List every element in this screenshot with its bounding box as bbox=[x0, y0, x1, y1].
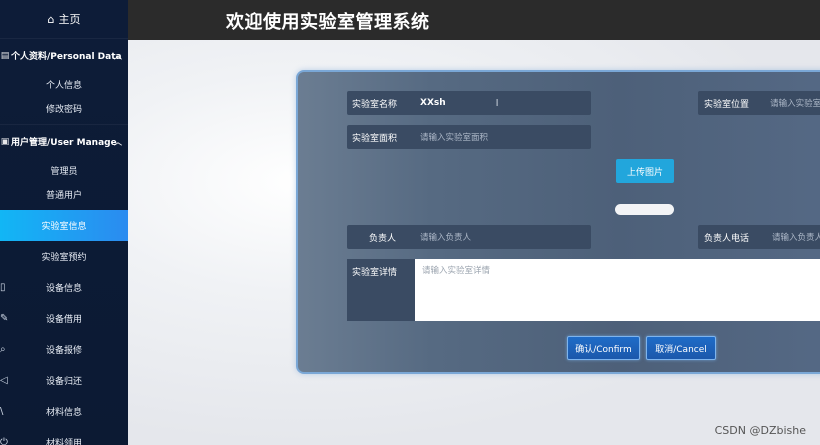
lab-detail-label: 实验室详情 bbox=[347, 259, 415, 321]
user-manage-icon: ▣ bbox=[0, 136, 10, 147]
power-icon: ⏻ bbox=[0, 436, 8, 445]
sidebar-item-material-use[interactable]: ⏻ 材料领用 bbox=[0, 427, 128, 445]
sidebar-item-label: 实验室信息 bbox=[41, 222, 87, 232]
lab-form-panel bbox=[296, 70, 820, 374]
lab-name-label: 实验室名称 bbox=[352, 99, 398, 110]
sidebar-group-label: 用户管理/User Manage bbox=[11, 138, 117, 148]
sidebar-item-label: 材料信息 bbox=[45, 408, 82, 418]
image-preview bbox=[615, 204, 674, 215]
confirm-button[interactable]: 确认/Confirm bbox=[567, 336, 640, 360]
sidebar-item-device-repair[interactable]: ⌕ 设备报修 bbox=[0, 334, 128, 365]
repair-icon: ⌕ bbox=[0, 343, 6, 355]
home-icon: ⌂ bbox=[47, 12, 55, 26]
sidebar-home[interactable]: ⌂ 主页 bbox=[0, 0, 128, 38]
sidebar-item-lab-info[interactable]: 实验室信息 bbox=[0, 210, 128, 241]
sidebar-item-label: 实验室预约 bbox=[41, 253, 87, 263]
sidebar-item-change-password[interactable]: 修改密码 bbox=[0, 96, 128, 120]
sidebar-item-label: 修改密码 bbox=[45, 104, 82, 115]
lab-detail-textarea[interactable] bbox=[415, 259, 820, 321]
page-title: 欢迎使用实验室管理系统 bbox=[226, 12, 430, 33]
sidebar-item-label: 设备归还 bbox=[45, 377, 82, 387]
owner-phone-input[interactable]: 请输入负责人 bbox=[772, 231, 820, 243]
owner-phone-label: 负责人电话 bbox=[704, 233, 750, 244]
sidebar-item-personal-info[interactable]: 个人信息 bbox=[0, 72, 128, 96]
sidebar-item-label: 材料领用 bbox=[45, 439, 82, 445]
sidebar-group-user-manage[interactable]: ▣ 用户管理/User Manage ︿ bbox=[0, 124, 128, 158]
sidebar-group-label: 个人资料/Personal Data bbox=[11, 52, 122, 62]
owner-label: 负责人 bbox=[369, 233, 397, 244]
sidebar-item-label: 普通用户 bbox=[45, 190, 82, 201]
sidebar-item-device-info[interactable]: ▯ 设备信息 bbox=[0, 272, 128, 303]
lab-area-input[interactable]: 请输入实验室面积 bbox=[420, 131, 488, 143]
sidebar-item-label: 设备报修 bbox=[45, 346, 82, 356]
sidebar-home-label: 主页 bbox=[58, 13, 81, 26]
lab-name-value[interactable]: XXsh bbox=[420, 98, 446, 108]
document-icon: ▤ bbox=[0, 50, 10, 61]
slash-icon: \ bbox=[0, 405, 4, 417]
lab-detail-field: 实验室详情 bbox=[347, 259, 820, 321]
owner-input[interactable]: 请输入负责人 bbox=[420, 231, 471, 243]
lab-name-field[interactable]: 实验室名称 XXsh I bbox=[347, 91, 591, 115]
sidebar-item-lab-booking[interactable]: 实验室预约 bbox=[0, 241, 128, 272]
top-header: 欢迎使用实验室管理系统 bbox=[128, 0, 820, 40]
lab-location-input[interactable]: 请输入实验室位 bbox=[770, 97, 820, 109]
cancel-button[interactable]: 取消/Cancel bbox=[646, 336, 716, 360]
sidebar-item-device-return[interactable]: ◁ 设备归还 bbox=[0, 365, 128, 396]
sidebar-item-label: 设备信息 bbox=[45, 284, 82, 294]
text-cursor-icon: I bbox=[495, 97, 499, 109]
owner-phone-field[interactable]: 负责人电话 请输入负责人 bbox=[698, 225, 820, 249]
sidebar-item-admin[interactable]: 管理员 bbox=[0, 158, 128, 182]
watermark: CSDN @DZbishe bbox=[714, 424, 806, 437]
sidebar-item-material-info[interactable]: \ 材料信息 bbox=[0, 396, 128, 427]
chevron-up-icon: ︿ bbox=[114, 137, 122, 146]
sidebar-item-label: 管理员 bbox=[50, 166, 78, 177]
sidebar: ⌂ 主页 ▤ 个人资料/Personal Data ︿ 个人信息 修改密码 ▣ … bbox=[0, 0, 128, 445]
pen-icon: ✎ bbox=[0, 312, 9, 324]
lab-area-field[interactable]: 实验室面积 请输入实验室面积 bbox=[347, 125, 591, 149]
sidebar-item-label: 设备借用 bbox=[45, 315, 82, 325]
lab-location-label: 实验室位置 bbox=[704, 99, 750, 110]
sidebar-item-normal-user[interactable]: 普通用户 bbox=[0, 182, 128, 206]
owner-field[interactable]: 负责人 请输入负责人 bbox=[347, 225, 591, 249]
return-icon: ◁ bbox=[0, 374, 8, 386]
sidebar-group-personal-data[interactable]: ▤ 个人资料/Personal Data ︿ bbox=[0, 38, 128, 72]
sidebar-item-label: 个人信息 bbox=[45, 80, 82, 91]
lab-location-field[interactable]: 实验室位置 请输入实验室位 bbox=[698, 91, 820, 115]
device-icon: ▯ bbox=[0, 281, 6, 293]
upload-image-button[interactable]: 上传图片 bbox=[616, 159, 674, 183]
chevron-up-icon: ︿ bbox=[114, 51, 122, 60]
lab-area-label: 实验室面积 bbox=[352, 133, 398, 144]
sidebar-item-device-borrow[interactable]: ✎ 设备借用 bbox=[0, 303, 128, 334]
